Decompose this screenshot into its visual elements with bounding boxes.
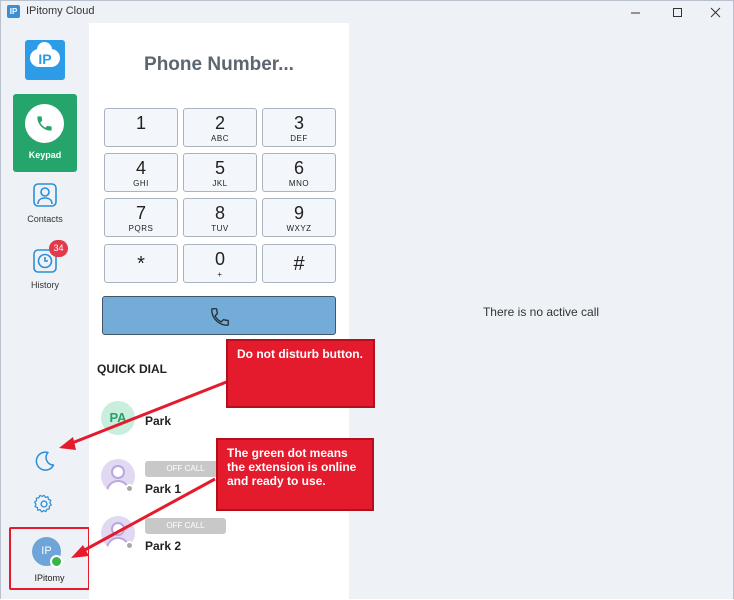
key-5[interactable]: 5 JKL: [183, 153, 257, 192]
key-hash[interactable]: #: [262, 244, 336, 283]
offline-status-dot: [125, 484, 134, 493]
key-3[interactable]: 3 DEF: [262, 108, 336, 147]
window-title: IPitomy Cloud: [26, 5, 95, 17]
key-2[interactable]: 2 ABC: [183, 108, 257, 147]
key-0[interactable]: 0 +: [183, 244, 257, 283]
maximize-icon: [672, 7, 682, 17]
key-letters: PQRS: [128, 224, 154, 233]
keypad-panel: Phone Number... 1 2 ABC 3 DEF 4 GHI 5 JKL 6M…: [89, 23, 349, 599]
key-7[interactable]: 7 PQRS: [104, 198, 178, 237]
sidebar-item-history[interactable]: 34 History: [13, 240, 77, 304]
key-6[interactable]: 6 MNO: [262, 153, 336, 192]
key-letters: WXYZ: [286, 224, 312, 233]
key-1[interactable]: 1: [104, 108, 178, 147]
green-dot-annotation: The green dot means the extension is onl…: [216, 438, 374, 511]
avatar: PA: [101, 401, 135, 435]
contacts-icon: [33, 183, 57, 207]
minimize-icon: [630, 12, 640, 13]
key-9[interactable]: 9 WXYZ: [262, 198, 336, 237]
key-digit: 1: [135, 113, 146, 133]
logo-text: IP: [38, 51, 52, 67]
phone-icon: [211, 308, 229, 326]
key-star[interactable]: *: [104, 244, 178, 283]
call-button[interactable]: [102, 296, 336, 335]
history-badge: 34: [49, 240, 68, 257]
online-status-dot: [50, 555, 63, 568]
key-digit: 5: [214, 158, 225, 178]
key-letters: MNO: [288, 179, 310, 188]
phone-number-input[interactable]: Phone Number...: [89, 54, 349, 76]
close-icon: [710, 7, 720, 17]
quick-dial-title: QUICK DIAL: [97, 362, 167, 376]
close-button[interactable]: [695, 1, 734, 23]
call-status-badge: OFF CALL: [145, 518, 226, 534]
contact-name: Park 2: [145, 539, 182, 553]
sidebar-item-contacts[interactable]: Contacts: [13, 182, 77, 238]
no-active-call-message: There is no active call: [482, 305, 600, 319]
key-8[interactable]: 8 TUV: [183, 198, 257, 237]
key-digit: #: [293, 253, 305, 275]
key-digit: *: [137, 253, 145, 275]
user-name: IPitomy: [34, 573, 65, 583]
contact-name: Park: [145, 414, 172, 428]
do-not-disturb-moon-icon[interactable]: [33, 449, 57, 473]
key-4[interactable]: 4 GHI: [104, 153, 178, 192]
call-status-badge: OFF CALL: [145, 461, 226, 477]
maximize-button[interactable]: [657, 1, 697, 23]
settings-gear-icon[interactable]: [33, 493, 55, 515]
sidebar-item-keypad[interactable]: Keypad: [13, 94, 77, 172]
offline-status-dot: [125, 541, 134, 550]
brand-logo: IP: [25, 40, 65, 80]
key-letters: +: [217, 270, 223, 279]
key-digit: 3: [293, 113, 304, 133]
key-digit: 0: [214, 249, 225, 269]
main-panel: There is no active call: [349, 23, 733, 599]
key-digit: 2: [214, 113, 225, 133]
app-logo-icon: IP: [7, 5, 20, 18]
key-digit: 9: [293, 203, 304, 223]
key-digit: 4: [135, 158, 146, 178]
key-letters: TUV: [211, 224, 229, 233]
key-letters: JKL: [212, 179, 228, 188]
sidebar-item-label: History: [30, 280, 59, 290]
key-digit: 6: [293, 158, 304, 178]
key-letters: ABC: [211, 134, 229, 143]
user-profile[interactable]: IP IPitomy: [9, 527, 90, 590]
key-digit: 7: [135, 203, 146, 223]
minimize-button[interactable]: [615, 1, 655, 23]
sidebar: IP Keypad Contacts 34 History IP IPitomy: [1, 23, 90, 599]
sidebar-item-label: Keypad: [28, 150, 62, 160]
dnd-annotation: Do not disturb button.: [226, 339, 375, 408]
sidebar-item-label: Contacts: [27, 214, 63, 224]
key-letters: DEF: [290, 134, 308, 143]
phone-icon: [25, 104, 64, 143]
title-bar: IP IPitomy Cloud: [1, 1, 733, 23]
contact-name: Park 1: [145, 482, 182, 496]
key-digit: 8: [214, 203, 225, 223]
quick-dial-item[interactable]: OFF CALL Park 2: [101, 516, 341, 556]
key-letters: GHI: [133, 179, 149, 188]
app-window: IP IPitomy Cloud IP Keypad Contacts 34 H…: [0, 0, 734, 599]
